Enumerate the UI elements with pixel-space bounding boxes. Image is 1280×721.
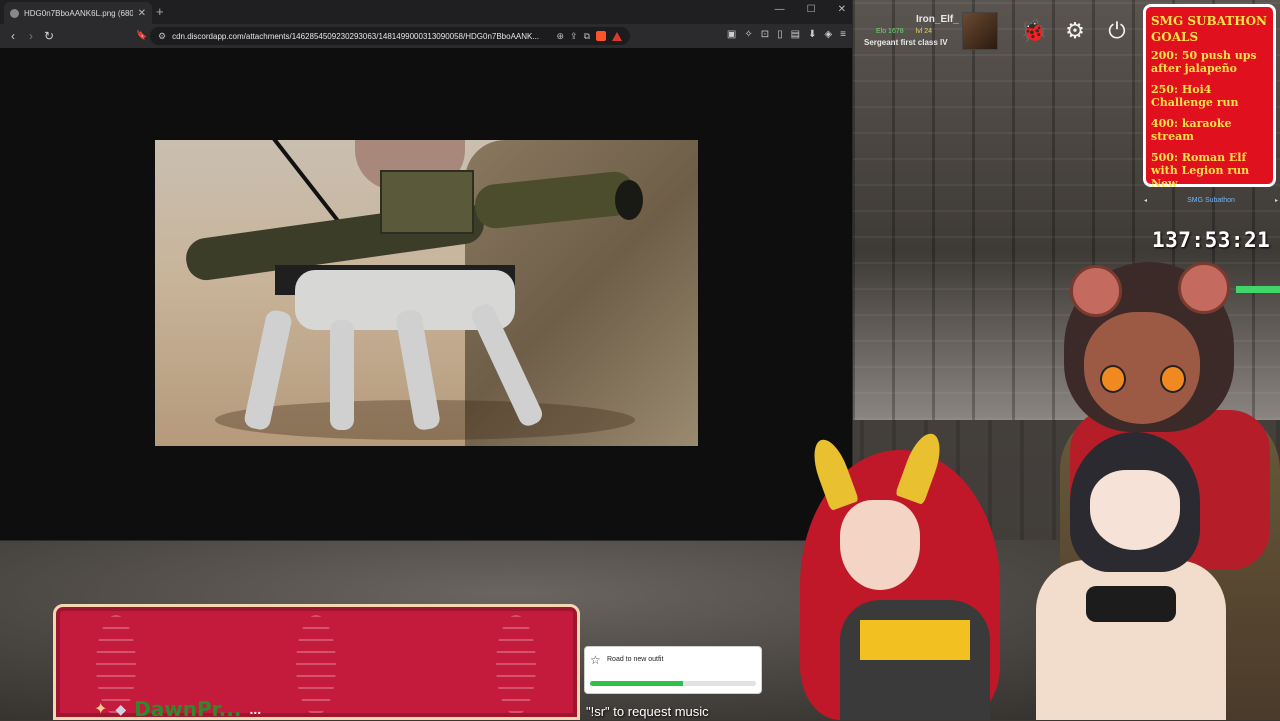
avatar: [962, 12, 998, 50]
browser-toolbar: ‹ › ↻ 🔖 ⚙ cdn.discordapp.com/attachments…: [0, 24, 852, 48]
player-name: Iron_Elf_: [916, 14, 959, 25]
chat-panel: ✦ ◆ DawnPr... ...: [53, 604, 580, 721]
bookmark-icon[interactable]: 🔖: [136, 30, 147, 41]
tab-close-icon[interactable]: ✕: [138, 8, 146, 19]
goals-footer-right-icon: ▸: [1274, 197, 1278, 204]
tab-strip: HDG0n7BboAANK6L.png (680× ✕ + — ☐ ✕: [0, 0, 852, 24]
chat-message-text: ...: [249, 701, 262, 717]
vpn-icon[interactable]: ◈: [824, 29, 832, 40]
goals-footer-title: SMG Subathon: [1187, 196, 1235, 204]
goal-item: 400: karaoke stream: [1151, 117, 1232, 143]
player-elo: Elo 1678: [876, 28, 904, 35]
bug-icon[interactable]: 🐞: [1020, 18, 1047, 44]
power-icon[interactable]: ⏻: [1104, 18, 1130, 44]
subathon-timer: 137:53:21: [1152, 228, 1271, 252]
outfit-progress-track: [590, 681, 756, 686]
player-stats: Elo 1678 lvl 24: [876, 28, 932, 35]
chat-username: DawnPr...: [134, 697, 242, 721]
sub-badge-icon: ◆: [115, 700, 127, 717]
sparkle-icon: ✦: [94, 701, 108, 718]
robot-dog-image[interactable]: [155, 140, 698, 446]
zoom-icon[interactable]: ⊕: [556, 31, 564, 42]
character-goggle-right: [1178, 262, 1230, 314]
puzzle-icon[interactable]: ✧: [744, 29, 752, 40]
character-eye-left: [1100, 365, 1126, 393]
sidebar-icon[interactable]: ▯: [777, 29, 783, 40]
character-brown-face: [1084, 312, 1200, 424]
star-icon: ☆: [590, 653, 601, 667]
character-red-hoodie-stripe: [860, 620, 970, 660]
outfit-progress-fill: [590, 681, 683, 686]
goal-item: 250: Hoi4 Challenge run: [1151, 83, 1239, 109]
downloads-icon[interactable]: ⬇: [808, 29, 816, 40]
goals-title: SMG SUBATHON GOALS: [1151, 14, 1267, 44]
character-dark-body: [1036, 560, 1226, 720]
extensions-icon[interactable]: ▣: [727, 29, 736, 40]
browser-tab[interactable]: HDG0n7BboAANK6L.png (680× ✕: [4, 2, 152, 24]
goal-item: 200: 50 push ups after jalapeño: [1151, 49, 1257, 75]
share-icon[interactable]: ⇪: [570, 31, 578, 42]
timer-progress-bar: [1236, 286, 1280, 293]
url-text[interactable]: cdn.discordapp.com/attachments/146285450…: [172, 32, 550, 41]
subathon-goals-panel: SMG SUBATHON GOALS 200: 50 push ups afte…: [1143, 4, 1276, 190]
close-window-button[interactable]: ✕: [838, 4, 846, 15]
gear-icon[interactable]: ⚙: [1062, 18, 1088, 44]
browser-window: HDG0n7BboAANK6L.png (680× ✕ + — ☐ ✕ ‹ › …: [0, 0, 853, 541]
favicon-icon: [10, 8, 19, 18]
goals-footer-left-icon: ◂: [1144, 197, 1148, 204]
image-control-box: [380, 170, 474, 234]
brave-rewards-icon[interactable]: [612, 31, 622, 41]
outfit-goal-widget: ☆ Road to new outfit: [584, 646, 762, 694]
chat-deco: [296, 615, 336, 715]
character-dark-face: [1090, 470, 1180, 550]
chat-deco: [496, 615, 536, 715]
new-tab-button[interactable]: +: [156, 4, 164, 19]
back-icon[interactable]: ‹: [4, 29, 22, 43]
image-antenna: [265, 140, 343, 226]
character-red-hoodie: [840, 600, 990, 720]
image-robot-leg: [330, 320, 354, 430]
minimize-button[interactable]: —: [775, 4, 785, 15]
maximize-button[interactable]: ☐: [807, 4, 816, 15]
hud-icons: 🐞 ⚙ ⏻: [1020, 18, 1130, 44]
goal-item: 500: Roman Elf with Legion run New: [1151, 151, 1250, 190]
outfit-goal-title: Road to new outfit: [607, 656, 664, 663]
goals-footer: ◂ SMG Subathon ▸: [1144, 194, 1278, 206]
character-goggle-left: [1070, 265, 1122, 317]
browser-viewport: [0, 48, 852, 540]
address-bar[interactable]: ⚙ cdn.discordapp.com/attachments/1462854…: [150, 27, 630, 45]
player-rank: Sergeant first class IV: [864, 38, 948, 47]
copy-link-icon[interactable]: ⧉: [584, 31, 590, 42]
chat-message: ✦ ◆ DawnPr... ...: [94, 697, 261, 721]
image-muzzle: [615, 180, 643, 220]
site-settings-icon[interactable]: ⚙: [158, 31, 166, 42]
menu-icon[interactable]: ≡: [840, 29, 846, 40]
character-eye-right: [1160, 365, 1186, 393]
screenshot-icon[interactable]: ⊡: [761, 29, 769, 40]
forward-icon[interactable]: ›: [22, 29, 40, 43]
music-request-text: "!sr" to request music: [586, 704, 709, 719]
tab-title: HDG0n7BboAANK6L.png (680×: [24, 8, 133, 18]
player-level: lvl 24: [915, 28, 932, 35]
browser-right-tools: ▣ ✧ ⊡ ▯ ▤ ⬇ ◈ ≡: [727, 29, 846, 40]
character-red-face: [840, 500, 920, 590]
wallet-icon[interactable]: ▤: [791, 29, 800, 40]
reload-icon[interactable]: ↻: [40, 29, 58, 43]
window-controls: — ☐ ✕: [775, 4, 846, 15]
brave-shields-icon[interactable]: [596, 31, 606, 41]
character-dark-top: [1086, 586, 1176, 622]
